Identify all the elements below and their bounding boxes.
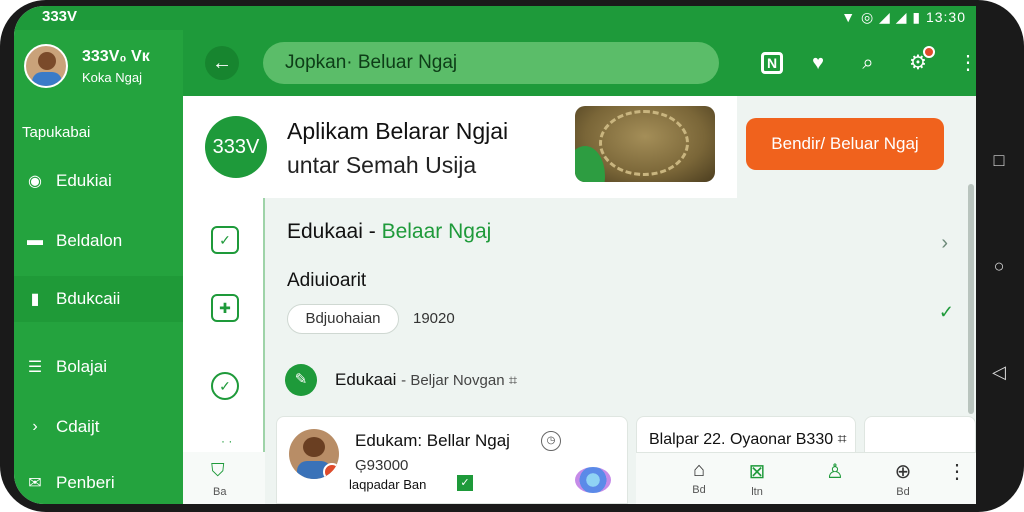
more-vert-icon[interactable]: ⋮ [942, 459, 972, 486]
search-input[interactable]: Jopkan· Beluar Ngaj [263, 42, 719, 84]
sidebar-item-bdukcaii[interactable]: ▮ Bdukcaii [14, 276, 191, 322]
avatar [24, 44, 68, 88]
list-icon: ☰ [27, 359, 43, 376]
profile-subtitle: Koka Ngaj [82, 70, 142, 85]
heart-pin-icon[interactable]: ♥ [803, 48, 833, 78]
book-icon: ▮ [30, 291, 40, 308]
circle-icon[interactable]: ○ [988, 256, 1010, 277]
bottom-nav: ⌂ Bd ⊠ ltn ♙ ⊕ Bd ⋮ [636, 452, 976, 504]
sidebar-item-beldalon[interactable]: ▬ Beldalon [14, 218, 183, 264]
sidebar-section-title: Tapukabai [22, 124, 91, 141]
app-logo: 333V [205, 116, 267, 178]
content-subhead: Adiuioarit [287, 270, 367, 291]
banner-subtitle: untar Semah Usija [287, 152, 477, 178]
app-screen: 333V ▼ ◎ ◢ ◢ ▮ 13:30 333V₀ Vк Koka Ngaj … [14, 6, 976, 504]
back-arrow-icon[interactable]: ← [205, 46, 239, 80]
sidebar-item-label: Edukiai [56, 171, 112, 190]
image-icon[interactable]: ⊠ ltn [742, 459, 772, 498]
scrollbar[interactable] [968, 184, 974, 414]
sidebar-item-penberi[interactable]: ✉ Penberi [14, 460, 183, 504]
top-app-bar: ← Jopkan· Beluar Ngaj N ♥ ⌕ ⚙ ⋮ [183, 30, 976, 96]
count-value: 19020 [413, 310, 455, 327]
notification-badge [923, 46, 935, 58]
n-logo-icon[interactable]: N [761, 52, 783, 74]
rail-bottom: ⛉ Ba [183, 452, 265, 504]
content-line-rest: - Beljar Novgan ⌗ [401, 372, 518, 389]
grid-icon[interactable]: ✚ [211, 294, 239, 322]
sidebar-item-label: Cdaijt [56, 417, 100, 436]
square-icon[interactable]: □ [988, 150, 1010, 171]
check-icon: ✓ [938, 302, 954, 322]
search-icon[interactable]: ⌕ [853, 48, 883, 78]
content-title-green: Belaar Ngaj [381, 220, 492, 243]
list-card[interactable]: Edukam: Bellar Ngaj ◷ Ģ93000 laqpadar Ba… [276, 416, 628, 504]
flower-icon [575, 467, 611, 493]
folder-icon: ▬ [27, 232, 43, 249]
filter-chip[interactable]: Bdjuohaian [287, 304, 399, 334]
profile[interactable]: 333V₀ Vк Koka Ngaj [24, 44, 179, 92]
person-icon[interactable]: ♙ [820, 459, 850, 486]
sidebar-item-label: Bolajai [56, 357, 108, 376]
mail-icon: ✉ [28, 475, 42, 492]
cta-button[interactable]: Bendir/ Beluar Ngaj [746, 118, 944, 170]
chevron-right-icon: › [32, 418, 38, 435]
status-left-text: 333V [42, 8, 78, 25]
tag-icon: ✓ [457, 475, 473, 491]
content-title-prefix: Edukaai - [287, 220, 382, 243]
rail-bottom-label: Ba [213, 486, 227, 498]
sidebar-item-label: Beldalon [56, 231, 123, 250]
sidebar-item-edukiai[interactable]: ◉ Edukiai [14, 158, 183, 204]
coin-image [575, 106, 715, 182]
phone-frame: 333V ▼ ◎ ◢ ◢ ▮ 13:30 333V₀ Vк Koka Ngaj … [0, 0, 1024, 512]
sidebar-item-bolajai[interactable]: ☰ Bolajai [14, 344, 183, 390]
card-title: Edukam: Bellar Ngaj [355, 431, 510, 450]
content-line: Edukaai - Beljar Novgan ⌗ [335, 370, 517, 390]
sidebar-item-label: Bdukcaii [56, 289, 121, 308]
calendar-check-icon[interactable]: ✓ [211, 226, 239, 254]
triangle-back-icon[interactable]: ◁ [988, 362, 1010, 383]
content-panel: Edukaai - Belaar Ngaj › Adiuioarit Bdjuo… [265, 198, 976, 452]
card-avatar [289, 429, 339, 479]
edit-icon[interactable]: ✎ [285, 364, 317, 396]
sidebar-item-label: Penberi [56, 473, 115, 492]
search-zoom-icon[interactable]: ⊕ Bd [888, 459, 918, 498]
banner-title: Aplikam Belarar Ngjai [287, 118, 509, 144]
card-number: Ģ93000 [355, 457, 409, 474]
profile-name: 333V₀ Vк [82, 48, 150, 65]
bottom-nav-label: Bd [896, 486, 910, 498]
bottom-nav-label: ltn [751, 486, 763, 498]
banner: 333V Aplikam Belarar Ngjai untar Semah U… [183, 96, 737, 198]
bottom-nav-label: Bd [692, 484, 706, 496]
chevron-right-icon[interactable]: › [941, 232, 948, 255]
content-title: Edukaai - Belaar Ngaj [287, 220, 491, 244]
status-icons-time: ▼ ◎ ◢ ◢ ▮ 13:30 [841, 9, 966, 25]
content-line-main: Edukaai [335, 370, 397, 389]
card-title: Blalpar 22. Oyaonar B330 ⌗ [649, 431, 847, 448]
system-nav-bar: □ ○ ◁ [976, 0, 1024, 512]
check-circle-icon[interactable]: ✓ [211, 372, 239, 400]
clock-icon: ◷ [541, 431, 561, 451]
more-vert-icon[interactable]: ⋮ [953, 48, 976, 78]
nav-rail: ✓ ✚ ✓ · · [183, 198, 265, 452]
home-icon[interactable]: ⌂ Bd [684, 459, 714, 496]
notification-icon[interactable]: ⚙ [903, 46, 935, 78]
card-label: laqpadar Ban [349, 477, 427, 492]
target-icon: ◉ [28, 173, 42, 190]
more-dots-icon: · · [221, 434, 233, 448]
bag-icon[interactable]: ⛉ [211, 460, 225, 481]
sidebar: 333V₀ Vк Koka Ngaj Tapukabai ◉ Edukiai ▬… [14, 30, 191, 504]
status-bar: 333V ▼ ◎ ◢ ◢ ▮ 13:30 [14, 6, 976, 30]
sidebar-item-cdaijt[interactable]: › Cdaijt [14, 404, 183, 450]
